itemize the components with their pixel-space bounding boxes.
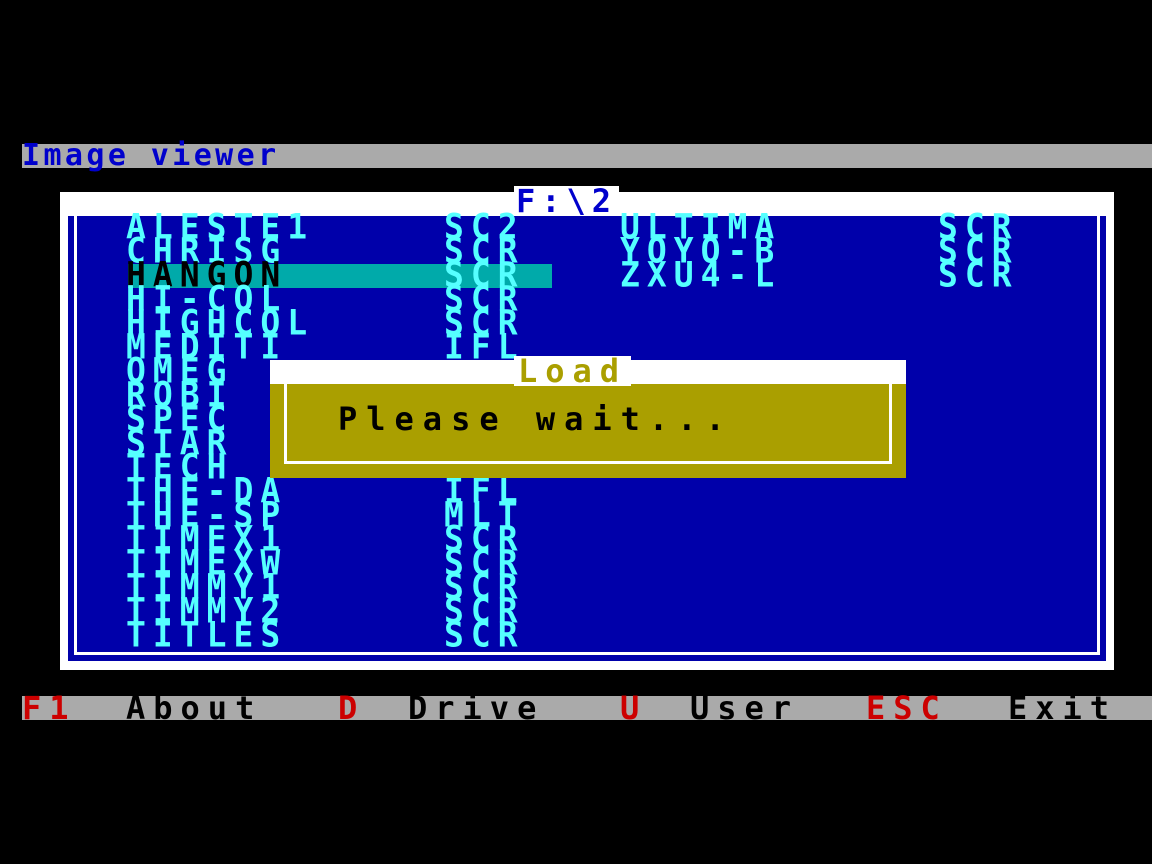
hotkey-u-label[interactable]: User xyxy=(690,692,799,724)
file-ext[interactable]: IFL xyxy=(444,329,525,364)
dialog-message: Please wait... xyxy=(338,400,734,438)
file-name[interactable]: ZXU4-L xyxy=(620,257,781,292)
app-title: Image viewer xyxy=(22,138,280,173)
file-ext[interactable]: SCR xyxy=(938,257,1019,292)
hotkey-esc[interactable]: ESC xyxy=(866,692,948,724)
hotkey-f1[interactable]: F1 xyxy=(22,692,77,724)
hotkey-d-label[interactable]: Drive xyxy=(408,692,544,724)
status-bar: F1 About D Drive U User ESC Exit xyxy=(22,692,1152,724)
title-bar: Image viewer xyxy=(22,138,1152,173)
hotkey-esc-label[interactable]: Exit xyxy=(1008,692,1117,724)
dialog-title: Load xyxy=(514,355,632,387)
file-name[interactable]: TITLES xyxy=(126,617,287,652)
dialog-header: Load xyxy=(270,355,906,387)
panel-path: F:\2 xyxy=(514,182,620,220)
hotkey-d[interactable]: D xyxy=(338,692,365,724)
file-ext[interactable]: SCR xyxy=(444,617,525,652)
hotkey-u[interactable]: U xyxy=(620,692,647,724)
load-dialog: Load Please wait... xyxy=(270,355,906,478)
hotkey-f1-label[interactable]: About xyxy=(126,692,262,724)
